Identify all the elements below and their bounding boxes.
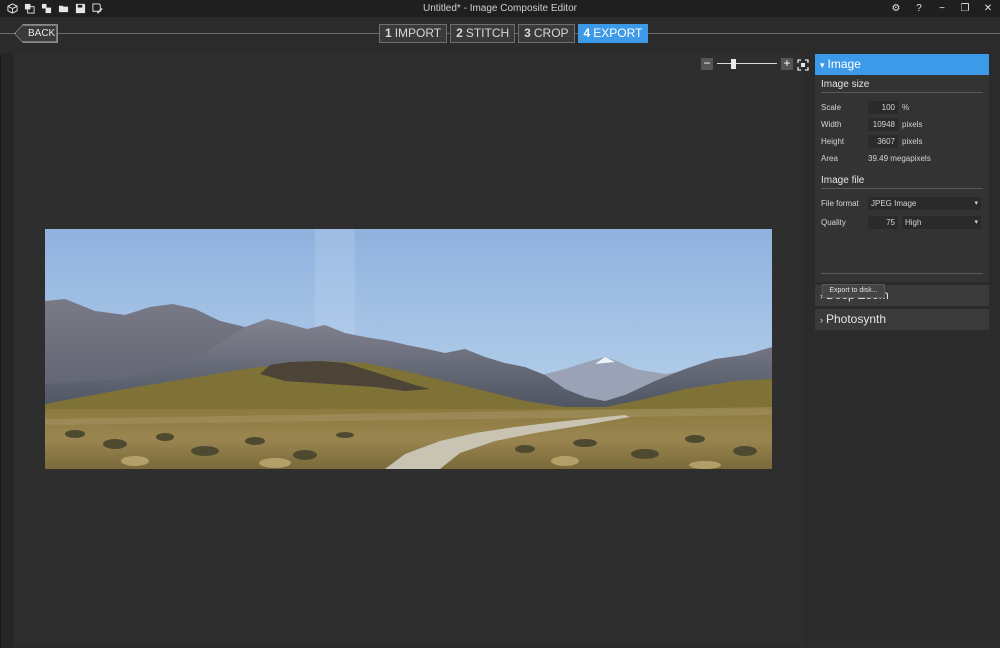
preview-canvas[interactable]: − + [14,54,809,644]
quality-level-select[interactable]: High ▾ [902,216,981,229]
height-unit: pixels [902,137,923,146]
step-label: IMPORT [394,26,442,40]
zoom-to-fit-icon[interactable] [797,58,809,71]
scale-input[interactable]: 100 [868,101,898,114]
help-icon[interactable]: ? [913,2,925,14]
zoom-out-button[interactable]: − [701,57,713,70]
workflow-steps: 1 IMPORT 2 STITCH 3 CROP 4 EXPORT [379,24,649,43]
photosynth-section-header[interactable]: › Photosynth [815,309,989,330]
step-label: STITCH [465,26,510,40]
image-size-group-title: Image size [821,79,983,93]
file-format-row: File format JPEG Image ▾ [821,195,983,212]
back-button[interactable]: BACK [15,25,57,42]
width-input[interactable]: 10948 [868,118,898,131]
quality-label: Quality [821,218,846,227]
height-input[interactable]: 3607 [868,135,898,148]
height-row: Height 3607 pixels [821,133,983,150]
export-divider [821,273,983,274]
chevron-right-icon: › [820,315,823,325]
export-settings-panel: ▾ Image Image size Scale 100 % Width 1094… [815,54,989,333]
scale-label: Scale [821,103,842,112]
zoom-slider[interactable] [717,58,777,70]
step-export[interactable]: 4 EXPORT [577,24,649,43]
restore-icon[interactable]: ❐ [959,2,971,14]
quality-level-value: High [905,218,922,227]
scale-row: Scale 100 % [821,99,983,116]
section-title: Image [827,57,861,71]
height-label: Height [821,137,845,146]
image-file-group-title: Image file [821,175,983,189]
minimize-icon[interactable]: − [936,2,948,14]
panorama-image [45,229,772,469]
window-controls: ⚙ ? − ❐ ✕ [890,2,994,14]
chevron-down-icon: ▾ [820,60,825,70]
width-unit: pixels [902,120,923,129]
width-row: Width 10948 pixels [821,116,983,133]
chevron-down-icon: ▾ [974,219,978,226]
zoom-slider-track [717,63,777,64]
file-format-value: JPEG Image [871,199,917,208]
zoom-controls: − + [701,57,809,71]
step-label: CROP [533,26,569,40]
area-value: 39.49 megapixels [868,154,931,163]
step-number: 2 [456,26,463,40]
quality-row: Quality 75 High ▾ [821,214,983,231]
step-stitch[interactable]: 2 STITCH [450,24,516,43]
zoom-in-button[interactable]: + [781,57,793,70]
title-bar: Untitled* - Image Composite Editor ⚙ ? −… [0,0,1000,17]
window-title: Untitled* - Image Composite Editor [423,3,577,14]
section-title: Photosynth [826,312,887,326]
close-icon[interactable]: ✕ [982,2,994,14]
width-label: Width [821,120,842,129]
step-number: 4 [583,26,591,40]
image-section-body: Image size Scale 100 % Width 10948 pixel… [815,75,989,298]
chevron-down-icon: ▾ [974,200,978,207]
zoom-slider-thumb[interactable] [731,59,736,69]
image-section-header[interactable]: ▾ Image [815,54,989,75]
file-format-label: File format [821,199,859,208]
area-row: Area 39.49 megapixels [821,150,983,167]
step-import[interactable]: 1 IMPORT [379,24,448,43]
workflow-step-bar: BACK 1 IMPORT 2 STITCH 3 CROP 4 EXPORT [0,17,1000,53]
scale-unit: % [902,103,910,112]
area-label: Area [821,154,838,163]
file-format-select[interactable]: JPEG Image ▾ [868,197,981,210]
export-to-disk-button[interactable]: Export to disk... [822,284,885,298]
step-label: EXPORT [593,26,643,40]
step-number: 3 [524,26,531,40]
settings-gear-icon[interactable]: ⚙ [890,2,902,14]
step-number: 1 [385,26,392,40]
step-crop[interactable]: 3 CROP [518,24,575,43]
left-edge-strip [0,54,14,648]
quality-input[interactable]: 75 [868,216,898,229]
